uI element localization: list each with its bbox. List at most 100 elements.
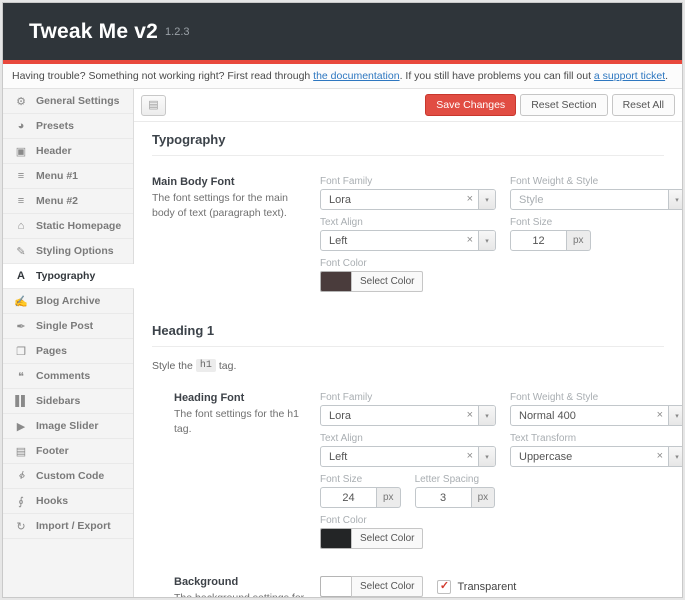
menu-icon: ≡	[14, 170, 28, 182]
letter-spacing-input[interactable]	[415, 487, 472, 508]
chevron-down-icon[interactable]: ▾	[478, 190, 495, 209]
transparent-checkbox[interactable]: ✓	[437, 580, 451, 594]
sidebar-item-comments[interactable]: ❝ Comments	[3, 364, 133, 389]
field-label: Font Color	[320, 258, 423, 269]
font-size-input[interactable]	[320, 487, 377, 508]
unit-label: px	[377, 487, 401, 508]
sidebar-item-label: Custom Code	[36, 470, 104, 482]
toolbar: ▤ Save Changes Reset Section Reset All	[134, 89, 682, 122]
chevron-down-icon[interactable]: ▾	[668, 190, 682, 209]
h1-code-chip: h1	[196, 359, 216, 372]
typography-icon: A	[14, 270, 28, 282]
field-label: Font Weight & Style	[510, 392, 682, 403]
footer-icon: ▤	[14, 445, 28, 458]
sidebar-item-sidebars[interactable]: ▌▌ Sidebars	[3, 389, 133, 414]
font-family-select[interactable]: Lora × ▾	[320, 189, 496, 210]
sidebar-item-header[interactable]: ▣ Header	[3, 139, 133, 164]
chevron-down-icon[interactable]: ▾	[478, 231, 495, 250]
font-size-input[interactable]	[510, 230, 567, 251]
sidebar-item-label: Single Post	[36, 320, 93, 332]
menu-toggle-button[interactable]: ▤	[141, 95, 166, 116]
sidebar-item-blog-archive[interactable]: ✍ Blog Archive	[3, 289, 133, 314]
save-changes-button[interactable]: Save Changes	[425, 94, 516, 116]
select-value: Lora	[321, 194, 462, 206]
home-icon: ⌂	[14, 220, 28, 232]
gear-icon: ⚙	[14, 95, 28, 108]
select-color-button[interactable]: Select Color	[351, 576, 423, 597]
reset-all-button[interactable]: Reset All	[612, 94, 675, 116]
sidebar-item-import-export[interactable]: ↻ Import / Export	[3, 514, 133, 539]
settings-main: ▤ Save Changes Reset Section Reset All T…	[134, 89, 682, 597]
sidebar-item-static-homepage[interactable]: ⌂ Static Homepage	[3, 214, 133, 239]
clear-icon[interactable]: ×	[462, 410, 478, 421]
comments-icon: ❝	[14, 370, 28, 383]
font-size-field: Font Size px	[510, 217, 591, 251]
sidebar-item-hooks[interactable]: ∮ Hooks	[3, 489, 133, 514]
presets-icon: ◕	[14, 120, 28, 132]
unit-label: px	[567, 230, 591, 251]
heading-font-info: Heading Font The font settings for the h…	[174, 392, 320, 556]
select-color-button[interactable]: Select Color	[351, 271, 423, 292]
help-notice: Having trouble? Something not working ri…	[3, 64, 682, 89]
text-align-select[interactable]: Left × ▾	[320, 230, 496, 251]
notice-text: Having trouble? Something not working ri…	[12, 70, 313, 82]
sidebar-item-menu-1[interactable]: ≡ Menu #1	[3, 164, 133, 189]
field-block-title: Main Body Font	[152, 176, 308, 188]
notice-text: .	[665, 70, 668, 82]
sidebar-item-single-post[interactable]: ✒ Single Post	[3, 314, 133, 339]
background-info: Background The background settings for t…	[174, 576, 320, 597]
sidebar-item-pages[interactable]: ❐ Pages	[3, 339, 133, 364]
font-family-select[interactable]: Lora × ▾	[320, 405, 496, 426]
field-block-title: Background	[174, 576, 308, 588]
field-label: Font Color	[320, 515, 423, 526]
select-value: Uppercase	[511, 451, 652, 463]
sidebar-item-general-settings[interactable]: ⚙ General Settings	[3, 89, 133, 114]
sidebar-item-footer[interactable]: ▤ Footer	[3, 439, 133, 464]
header-icon: ▣	[14, 145, 28, 158]
sidebar-item-image-slider[interactable]: ▶ Image Slider	[3, 414, 133, 439]
chevron-down-icon[interactable]: ▾	[668, 406, 682, 425]
support-ticket-link[interactable]: a support ticket	[594, 70, 665, 82]
heading-font-block: Heading Font The font settings for the h…	[174, 392, 664, 556]
toolbar-buttons: Save Changes Reset Section Reset All	[425, 94, 675, 116]
sidebar-item-label: Menu #2	[36, 195, 78, 207]
field-label: Font Family	[320, 176, 496, 187]
transparent-label: Transparent	[457, 581, 516, 593]
text-transform-select[interactable]: Uppercase × ▾	[510, 446, 682, 467]
font-family-field: Font Family Lora × ▾	[320, 176, 496, 210]
field-block-description: The font settings for the main body of t…	[152, 191, 308, 221]
clear-icon[interactable]: ×	[652, 451, 668, 462]
font-weight-select[interactable]: Style ▾	[510, 189, 682, 210]
font-color-field: Font Color Select Color	[320, 258, 423, 292]
field-block-description: The font settings for the h1 tag.	[174, 407, 308, 437]
chevron-down-icon[interactable]: ▾	[478, 406, 495, 425]
select-color-button[interactable]: Select Color	[351, 528, 423, 549]
sidebar-item-typography[interactable]: A Typography	[3, 264, 134, 289]
chevron-down-icon[interactable]: ▾	[668, 447, 682, 466]
documentation-link[interactable]: the documentation	[313, 70, 399, 82]
sidebar-item-presets[interactable]: ◕ Presets	[3, 114, 133, 139]
clear-icon[interactable]: ×	[652, 410, 668, 421]
text-align-select[interactable]: Left × ▾	[320, 446, 496, 467]
chevron-down-icon[interactable]: ▾	[478, 447, 495, 466]
sidebar-item-label: Blog Archive	[36, 295, 100, 307]
columns-icon: ▌▌	[14, 395, 28, 407]
font-weight-select[interactable]: Normal 400 × ▾	[510, 405, 682, 426]
reset-section-button[interactable]: Reset Section	[520, 94, 607, 116]
clear-icon[interactable]: ×	[462, 194, 478, 205]
clear-icon[interactable]: ×	[462, 451, 478, 462]
font-weight-field: Font Weight & Style Normal 400 × ▾	[510, 392, 682, 426]
sidebar-item-label: Sidebars	[36, 395, 80, 407]
sidebar-item-label: Footer	[36, 445, 69, 457]
paperclip-icon: ∮	[14, 495, 28, 508]
main-body-font-block: Main Body Font The font settings for the…	[152, 176, 664, 299]
section-heading-typography: Typography	[152, 122, 664, 156]
font-size-field: Font Size px	[320, 474, 401, 508]
sidebar-item-custom-code[interactable]: ‹/› Custom Code	[3, 464, 133, 489]
field-label: Text Transform	[510, 433, 682, 444]
color-swatch	[320, 271, 351, 292]
clear-icon[interactable]: ×	[462, 235, 478, 246]
notice-text: . If you still have problems you can fil…	[400, 70, 594, 82]
sidebar-item-styling-options[interactable]: ✎ Styling Options	[3, 239, 133, 264]
sidebar-item-menu-2[interactable]: ≡ Menu #2	[3, 189, 133, 214]
